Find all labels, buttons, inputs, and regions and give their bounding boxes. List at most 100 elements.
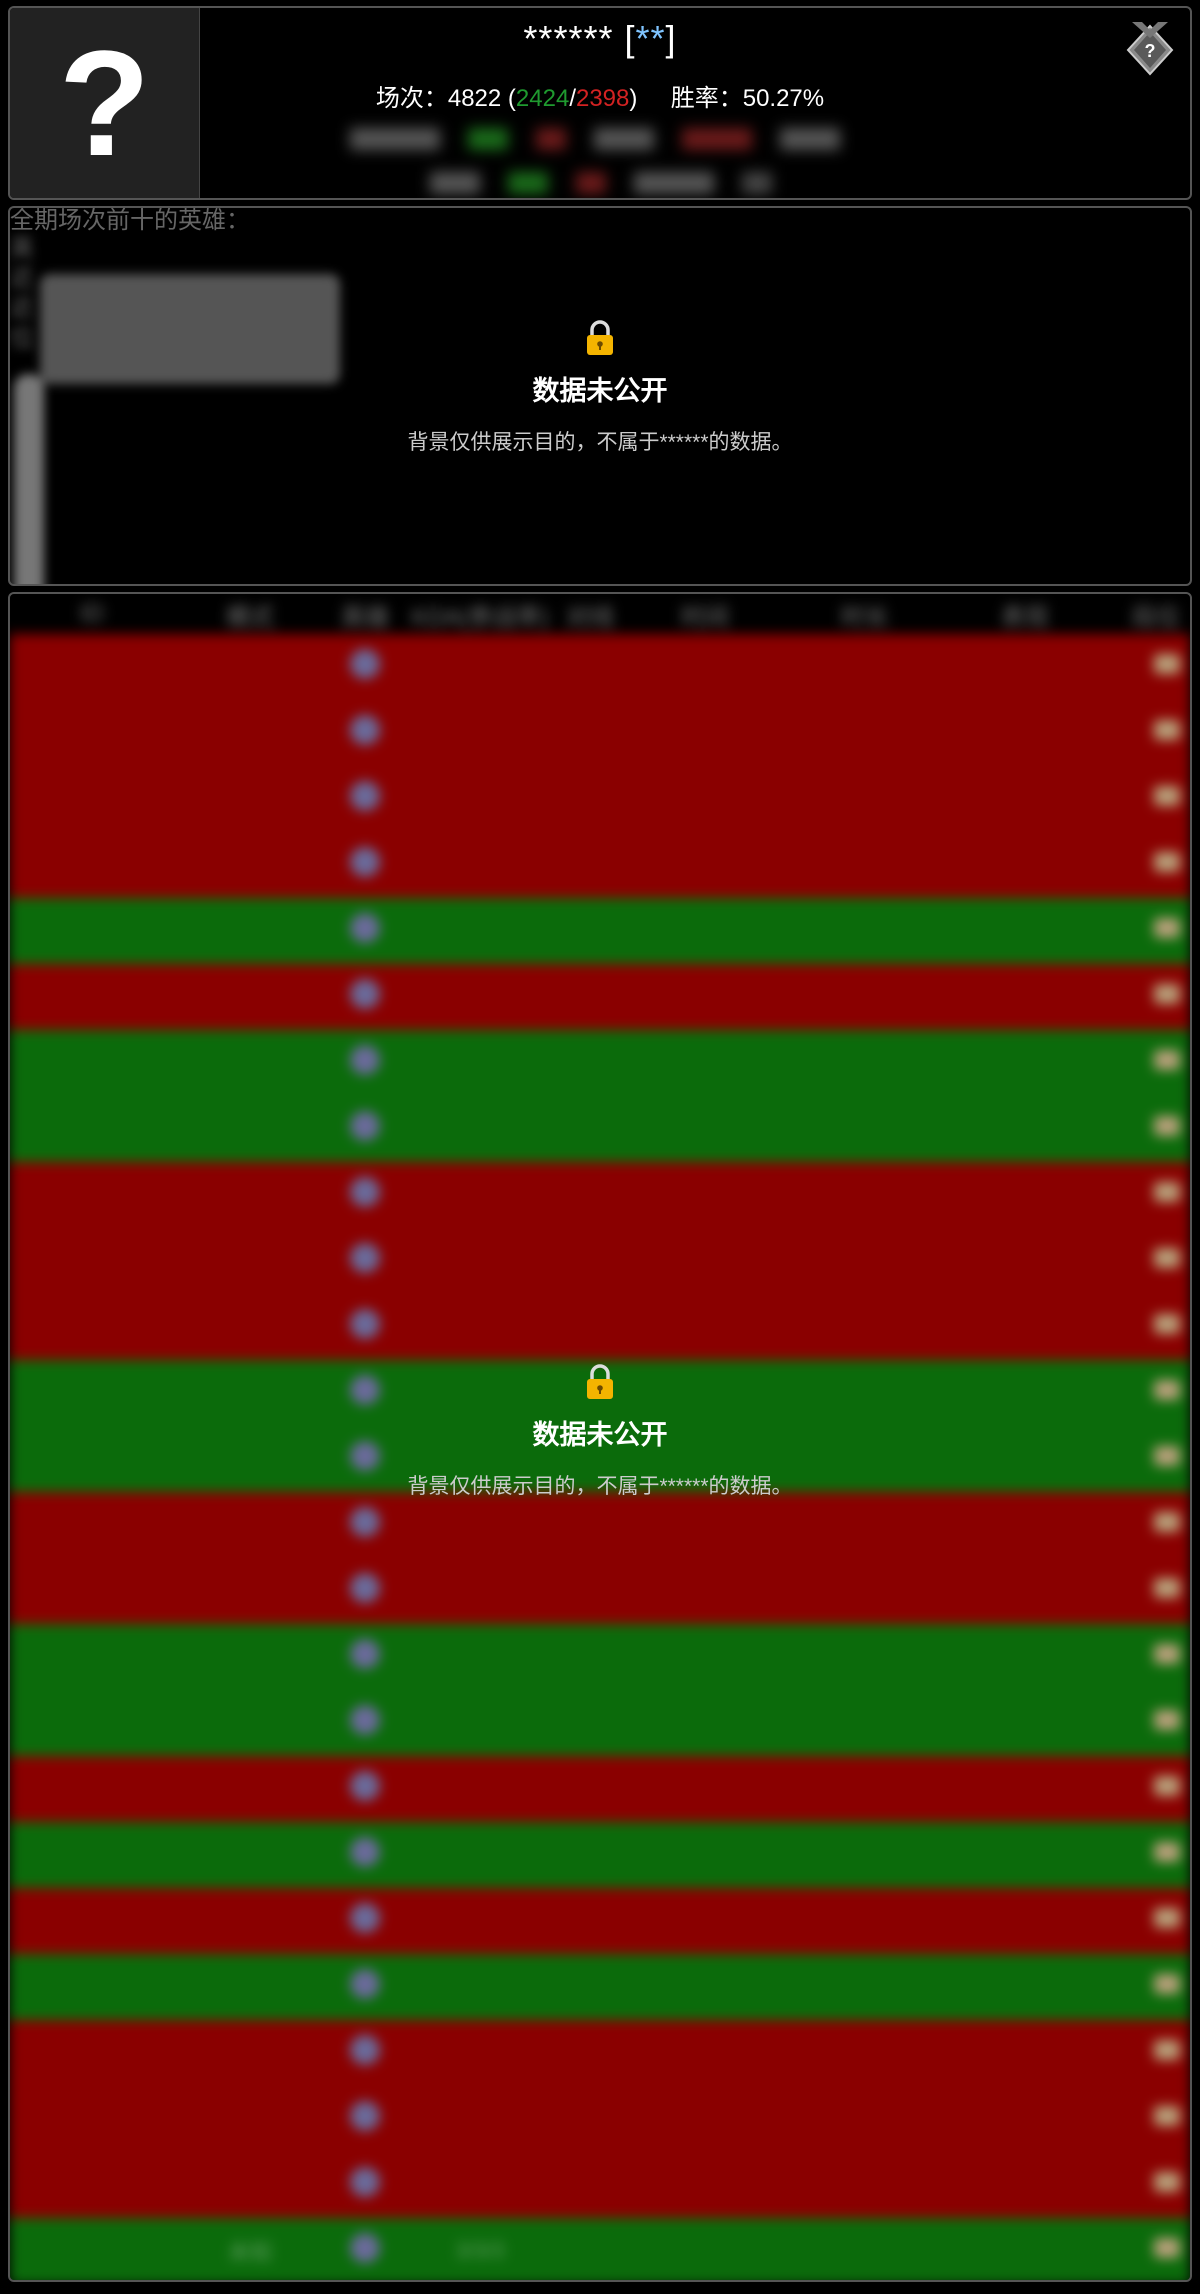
rank-icon: [1154, 1182, 1180, 1202]
rank-cell: [1100, 1710, 1190, 1736]
hero-icon: [350, 1771, 380, 1801]
lock-icon: [587, 1364, 613, 1399]
locked-title: 数据未公开: [532, 376, 668, 406]
rank-icon: [1154, 2238, 1180, 2258]
player-name-text: ******: [523, 18, 614, 59]
table-row[interactable]: [10, 1294, 1190, 1360]
hero-cell: [320, 649, 410, 685]
rank-icon: [1154, 2106, 1180, 2126]
hero-cell: [320, 715, 410, 751]
rank-icon: [1154, 984, 1180, 1004]
hero-icon: [350, 1045, 380, 1075]
hero-icon: [350, 1507, 380, 1537]
rank-cell: [1100, 786, 1190, 812]
rank-cell: [1100, 654, 1190, 680]
hero-cell: [320, 2167, 410, 2203]
hero-icon: [350, 1243, 380, 1273]
column-header-duration: 时长: [841, 603, 889, 631]
rank-cell: [1100, 1512, 1190, 1538]
rank-icon: [1154, 1512, 1180, 1532]
hero-icon: [350, 1309, 380, 1339]
hero-icon: [350, 1639, 380, 1669]
rank-cell: [1100, 1248, 1190, 1274]
rank-icon: [1154, 1248, 1180, 1268]
rank-cell: [1100, 2238, 1190, 2264]
table-row[interactable]: [10, 1030, 1190, 1096]
table-row[interactable]: [10, 2152, 1190, 2218]
table-row[interactable]: [10, 832, 1190, 898]
hero-cell: [320, 781, 410, 817]
mode-cell: 未知: [227, 2240, 272, 2265]
table-row[interactable]: [10, 1756, 1190, 1822]
hero-icon: [350, 979, 380, 1009]
hero-cell: [320, 1969, 410, 2005]
hero-cell: [320, 1837, 410, 1873]
hero-icon: [350, 2035, 380, 2065]
hero-icon: [350, 847, 380, 877]
rank-cell: [1100, 852, 1190, 878]
rank-icon: [1154, 918, 1180, 938]
hero-cell: [320, 1573, 410, 1609]
table-row[interactable]: [10, 1162, 1190, 1228]
table-row[interactable]: [10, 1558, 1190, 1624]
table-row[interactable]: [10, 2020, 1190, 2086]
player-name: ****** [**]: [10, 18, 1190, 60]
rank-cell: [1100, 2172, 1190, 2198]
locked-title: 数据未公开: [532, 1420, 668, 1450]
rank-icon: [1154, 2172, 1180, 2192]
hero-icon: [350, 1903, 380, 1933]
table-row[interactable]: [10, 964, 1190, 1030]
rank-cell: [1100, 918, 1190, 944]
unknown-rank-icon[interactable]: ?: [1124, 20, 1176, 78]
table-row[interactable]: [10, 1954, 1190, 2020]
table-row[interactable]: [10, 1690, 1190, 1756]
rank-cell: [1100, 984, 1190, 1010]
table-row[interactable]: [10, 1822, 1190, 1888]
winrate-value: 50.27%: [742, 85, 825, 112]
stats-summary: 场次：4822 (2424/2398) 胜率：50.27%: [375, 85, 825, 112]
column-header-lane: 对线: [566, 603, 614, 631]
table-row[interactable]: [10, 1492, 1190, 1558]
hero-cell: [320, 1243, 410, 1279]
table-row[interactable]: 未知 3/3/3: [10, 2218, 1190, 2280]
hero-icon: [350, 2233, 380, 2263]
hero-cell: [320, 1903, 410, 1939]
rank-icon: [1154, 1974, 1180, 1994]
locked-overlay-matches: 数据未公开 背景仅供展示目的，不属于******的数据。: [10, 1364, 1190, 1500]
locked-subtitle: 背景仅供展示目的，不属于******的数据。: [407, 431, 793, 454]
hero-cell: [320, 1045, 410, 1081]
hero-icon: [350, 1837, 380, 1867]
table-row[interactable]: [10, 766, 1190, 832]
table-header: ID 模式 英雄 KDA(参战率) 对线 时间 时长 表现 段位: [10, 594, 1190, 634]
rank-cell: [1100, 1908, 1190, 1934]
table-row[interactable]: [10, 700, 1190, 766]
column-header-time: 时间: [681, 603, 729, 631]
table-row[interactable]: [10, 2086, 1190, 2152]
match-history-panel: ID 模式 英雄 KDA(参战率) 对线 时间 时长 表现 段位 未知 3/3/3…: [8, 592, 1192, 2282]
column-header-kda: KDA(参战率): [411, 603, 549, 631]
table-row[interactable]: [10, 898, 1190, 964]
locked-overlay-champions: 数据未公开 背景仅供展示目的，不属于******的数据。: [10, 320, 1190, 456]
blurred-stats: [350, 120, 870, 198]
hero-icon: [350, 1111, 380, 1141]
hero-cell: [320, 1177, 410, 1213]
rank-icon: [1154, 1578, 1180, 1598]
champion-line-1: 英: [10, 235, 34, 262]
rank-icon: [1154, 1776, 1180, 1796]
table-row[interactable]: [10, 1888, 1190, 1954]
rank-cell: [1100, 2040, 1190, 2066]
table-row[interactable]: [10, 634, 1190, 700]
hero-cell: [320, 2035, 410, 2071]
hero-cell: [320, 1771, 410, 1807]
champion-background-title: 全期场次前十的英雄：: [10, 207, 250, 234]
table-row[interactable]: [10, 1096, 1190, 1162]
wins-count: 2424: [515, 85, 570, 112]
rank-icon: [1154, 1710, 1180, 1730]
hero-cell: [320, 1309, 410, 1345]
column-header-performance: 表现: [1001, 603, 1049, 631]
table-row[interactable]: [10, 1228, 1190, 1294]
table-row[interactable]: [10, 1624, 1190, 1690]
column-header-rank: 段位: [1132, 603, 1180, 631]
hero-icon: [350, 2167, 380, 2197]
hero-icon: [350, 1177, 380, 1207]
